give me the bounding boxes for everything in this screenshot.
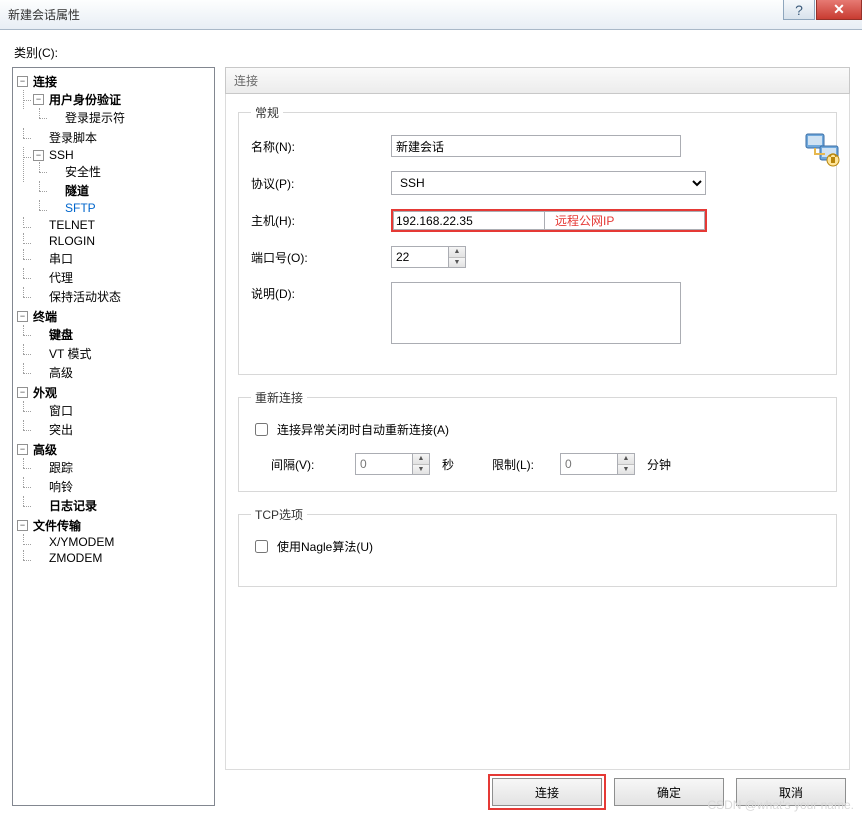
panel-title: 连接 [225, 67, 850, 94]
tree-xymodem[interactable]: X/YMODEM [33, 535, 212, 549]
tree-user-auth[interactable]: −用户身份验证 [33, 91, 212, 108]
limit-spinner: ▲▼ [618, 453, 635, 475]
tree-keepalive[interactable]: 保持活动状态 [33, 288, 212, 305]
window-controls: ? ✕ [782, 0, 862, 20]
tree-vt[interactable]: VT 模式 [33, 345, 212, 362]
tree-advanced-t[interactable]: 高级 [33, 364, 212, 381]
protocol-label: 协议(P): [251, 175, 391, 192]
tree-connection[interactable]: −连接 [17, 73, 212, 90]
host-label: 主机(H): [251, 212, 391, 229]
desc-textarea[interactable] [391, 282, 681, 344]
footer: 连接 确定 取消 [225, 770, 850, 806]
limit-label: 限制(L): [492, 456, 552, 473]
collapse-icon[interactable]: − [17, 444, 28, 455]
titlebar: 新建会话属性 ? ✕ [0, 0, 862, 30]
spin-up-icon: ▲ [618, 454, 634, 465]
spin-down-icon: ▼ [618, 465, 634, 475]
limit-input [560, 453, 618, 475]
protocol-select[interactable]: SSH [391, 171, 706, 195]
collapse-icon[interactable]: − [33, 150, 44, 161]
tree-tunnel[interactable]: 隧道 [49, 182, 212, 199]
desc-label: 说明(D): [251, 282, 391, 302]
reconnect-legend: 重新连接 [251, 389, 307, 406]
auto-reconnect-checkbox[interactable] [255, 423, 268, 436]
interval-unit: 秒 [442, 456, 454, 473]
tree-telnet[interactable]: TELNET [33, 218, 212, 232]
tree-serial[interactable]: 串口 [33, 250, 212, 267]
spin-down-icon[interactable]: ▼ [449, 258, 465, 268]
name-input[interactable] [391, 135, 681, 157]
port-label: 端口号(O): [251, 249, 391, 266]
tree-advanced[interactable]: −高级 [17, 441, 212, 458]
tcp-legend: TCP选项 [251, 506, 307, 523]
interval-spinner: ▲▼ [413, 453, 430, 475]
collapse-icon[interactable]: − [17, 520, 28, 531]
tree-highlight[interactable]: 突出 [33, 421, 212, 438]
tree-security[interactable]: 安全性 [49, 163, 212, 180]
port-spinner[interactable]: ▲▼ [449, 246, 466, 268]
auto-reconnect-label: 连接异常关闭时自动重新连接(A) [277, 421, 449, 438]
tree-proxy[interactable]: 代理 [33, 269, 212, 286]
tcp-group: TCP选项 使用Nagle算法(U) [238, 506, 837, 587]
tree-sftp[interactable]: SFTP [49, 201, 212, 215]
general-group: 常规 名称(N): 协议(P): SSH 主机(H): [238, 104, 837, 375]
limit-unit: 分钟 [647, 456, 671, 473]
content-area: −连接 −用户身份验证 登录提示符 登录脚本 −SSH 安全性 [12, 67, 850, 806]
nagle-checkbox[interactable] [255, 540, 268, 553]
window-title: 新建会话属性 [8, 6, 80, 23]
spin-up-icon[interactable]: ▲ [449, 247, 465, 258]
tree-ssh[interactable]: −SSH [33, 148, 212, 162]
close-button[interactable]: ✕ [816, 0, 862, 20]
category-label: 类别(C): [14, 44, 850, 61]
dialog-body: 类别(C): −连接 −用户身份验证 登录提示符 登录脚本 −SSH [0, 30, 862, 818]
collapse-icon[interactable]: − [17, 387, 28, 398]
tree-bell[interactable]: 响铃 [33, 478, 212, 495]
nagle-label: 使用Nagle算法(U) [277, 538, 373, 555]
category-tree[interactable]: −连接 −用户身份验证 登录提示符 登录脚本 −SSH 安全性 [12, 67, 215, 806]
help-button[interactable]: ? [783, 0, 815, 20]
main-panel: 连接 常规 名称(N): [225, 67, 850, 806]
tree-login-script[interactable]: 登录脚本 [33, 129, 212, 146]
tree-trace[interactable]: 跟踪 [33, 459, 212, 476]
interval-input [355, 453, 413, 475]
host-input[interactable] [393, 211, 545, 230]
connect-button[interactable]: 连接 [492, 778, 602, 806]
tree-terminal[interactable]: −终端 [17, 308, 212, 325]
tree-window[interactable]: 窗口 [33, 402, 212, 419]
cancel-button[interactable]: 取消 [736, 778, 846, 806]
host-highlight: 远程公网IP [391, 209, 707, 232]
reconnect-group: 重新连接 连接异常关闭时自动重新连接(A) 间隔(V): ▲▼ 秒 [238, 389, 837, 492]
spin-up-icon: ▲ [413, 454, 429, 465]
dialog-window: 新建会话属性 ? ✕ 类别(C): −连接 −用户身份验证 登录提示符 [0, 0, 862, 818]
general-legend: 常规 [251, 104, 283, 121]
tree-keyboard[interactable]: 键盘 [33, 326, 212, 343]
spin-down-icon: ▼ [413, 465, 429, 475]
tree-appearance[interactable]: −外观 [17, 384, 212, 401]
tree-zmodem[interactable]: ZMODEM [33, 551, 212, 565]
port-input[interactable] [391, 246, 449, 268]
tree-logging[interactable]: 日志记录 [33, 497, 212, 514]
panel-body: 常规 名称(N): 协议(P): SSH 主机(H): [225, 94, 850, 770]
ok-button[interactable]: 确定 [614, 778, 724, 806]
collapse-icon[interactable]: − [33, 94, 44, 105]
name-label: 名称(N): [251, 138, 391, 155]
collapse-icon[interactable]: − [17, 76, 28, 87]
tree-login-prompt[interactable]: 登录提示符 [49, 109, 212, 126]
tree-file-transfer[interactable]: −文件传输 [17, 517, 212, 534]
host-annotation: 远程公网IP [545, 211, 705, 230]
interval-label: 间隔(V): [271, 456, 347, 473]
collapse-icon[interactable]: − [17, 311, 28, 322]
tree-rlogin[interactable]: RLOGIN [33, 234, 212, 248]
